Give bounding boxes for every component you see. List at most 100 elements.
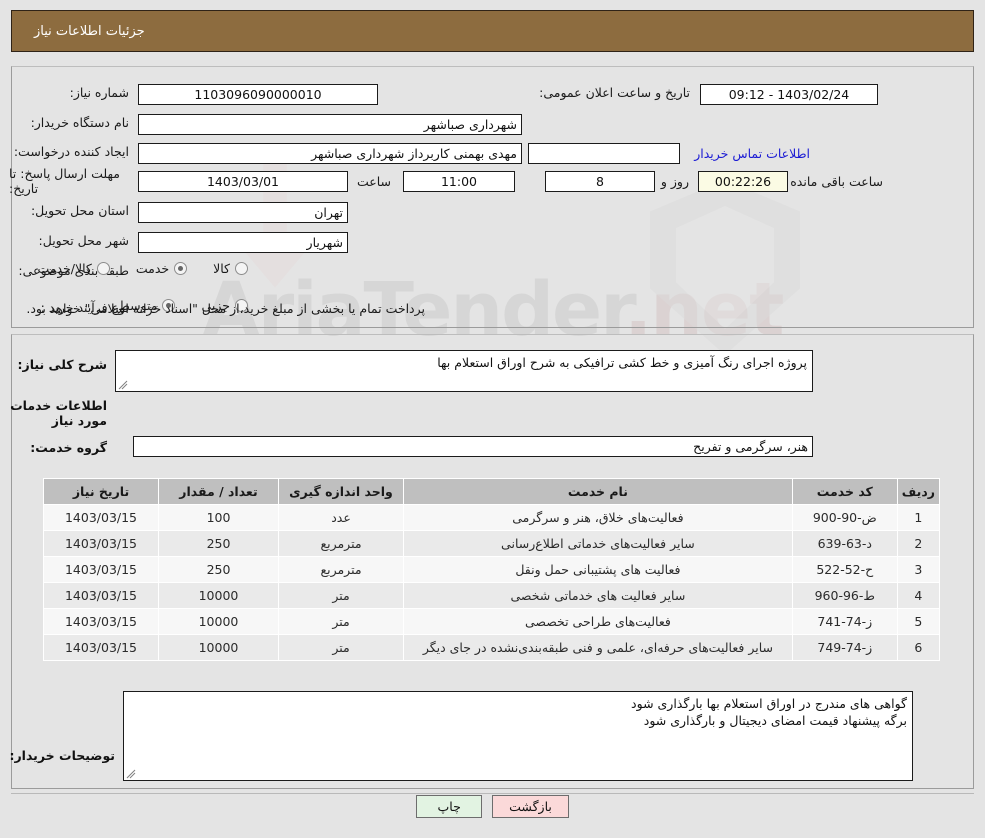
print-button[interactable]: چاپ — [416, 795, 483, 818]
cell-code: ز-74-741 — [791, 608, 898, 635]
cell-unit: مترمربع — [278, 530, 404, 557]
need-info-panel — [11, 66, 974, 328]
cell-code: ح-52-522 — [791, 556, 898, 583]
category-option-label: کالا — [213, 261, 230, 276]
cell-radif: 5 — [896, 608, 941, 635]
cell-qty: 10000 — [158, 582, 279, 609]
page-header: جزئیات اطلاعات نیاز — [11, 10, 974, 52]
province-value[interactable]: تهران — [138, 202, 348, 223]
creator-label: ایجاد کننده درخواست: — [13, 144, 129, 159]
countdown-timer-value: 00:22:26 — [698, 171, 788, 192]
category-option-label: خدمت — [135, 261, 170, 276]
table-row[interactable]: 5 ز-74-741 فعالیت‌های طراحی تخصصی متر 10… — [43, 608, 941, 635]
category-option-kala-khedmat[interactable]: کالا/خدمت — [37, 261, 110, 276]
cell-code: ض-90-900 — [791, 504, 898, 531]
radio-icon[interactable] — [235, 262, 248, 275]
col-name: نام خدمت — [403, 478, 793, 505]
need-number-value[interactable]: 1103096090000010 — [138, 84, 378, 105]
col-radif: ردیف — [896, 478, 941, 505]
cell-name: سایر فعالیت‌های حرفه‌ای، علمی و فنی طبقه… — [403, 634, 793, 661]
col-unit: واحد اندازه گیری — [278, 478, 404, 505]
buyer-org-label: نام دستگاه خریدار: — [30, 115, 129, 130]
cell-unit: متر — [278, 608, 404, 635]
services-table-wrap: ردیف کد خدمت نام خدمت واحد اندازه گیری ت… — [43, 478, 941, 661]
cell-qty: 100 — [158, 504, 279, 531]
resize-grip-icon[interactable] — [126, 769, 136, 779]
buyer-org-value[interactable]: شهرداری صباشهر — [138, 114, 522, 135]
cell-code: ز-74-749 — [791, 634, 898, 661]
services-table-body: 1 ض-90-900 فعالیت‌های خلاق، هنر و سرگرمی… — [43, 504, 941, 661]
table-row[interactable]: 3 ح-52-522 فعالیت های پشتیبانی حمل ونقل … — [43, 556, 941, 583]
cell-code: ط-96-960 — [791, 582, 898, 609]
cell-name: فعالیت های پشتیبانی حمل ونقل — [403, 556, 793, 583]
cell-unit: متر — [278, 582, 404, 609]
cell-qty: 10000 — [158, 608, 279, 635]
table-row[interactable]: 4 ط-96-960 سایر فعالیت های خدماتی شخصی م… — [43, 582, 941, 609]
cell-radif: 6 — [896, 634, 941, 661]
table-row[interactable]: 2 د-63-639 سایر فعالیت‌های خدماتی اطلاع‌… — [43, 530, 941, 557]
deadline-label: مهلت ارسال پاسخ: تا تاریخ: — [9, 166, 120, 196]
creator-value[interactable]: مهدی بهمنی کاربرداز شهرداری صباشهر — [138, 143, 522, 164]
city-value[interactable]: شهریار — [138, 232, 348, 253]
deadline-time-value[interactable]: 11:00 — [403, 171, 515, 192]
cell-radif: 2 — [896, 530, 941, 557]
description-textarea[interactable]: پروژه اجرای رنگ آمیزی و خط کشی ترافیکی ب… — [115, 350, 813, 392]
cell-date: 1403/03/15 — [43, 608, 159, 635]
deadline-date-value[interactable]: 1403/03/01 — [138, 171, 348, 192]
table-row[interactable]: 1 ض-90-900 فعالیت‌های خلاق، هنر و سرگرمی… — [43, 504, 941, 531]
buyer-notes-line-1: گواهی های مندرج در اوراق استعلام بها بار… — [631, 696, 907, 711]
cell-name: فعالیت‌های خلاق، هنر و سرگرمی — [403, 504, 793, 531]
category-option-khedmat[interactable]: خدمت — [135, 261, 188, 276]
buyer-notes-textarea[interactable]: گواهی های مندرج در اوراق استعلام بها بار… — [123, 691, 913, 781]
need-number-label: شماره نیاز: — [69, 85, 129, 100]
cell-name: فعالیت‌های طراحی تخصصی — [403, 608, 793, 635]
category-option-kala[interactable]: کالا — [213, 261, 248, 276]
resize-grip-icon[interactable] — [118, 380, 128, 390]
col-qty: تعداد / مقدار — [158, 478, 279, 505]
back-button[interactable]: بازگشت — [492, 795, 569, 818]
remaining-days-value[interactable]: 8 — [545, 171, 655, 192]
services-section-heading: اطلاعات خدمات مورد نیاز — [10, 398, 107, 428]
cell-code: د-63-639 — [791, 530, 898, 557]
cell-date: 1403/03/15 — [43, 556, 159, 583]
service-group-value[interactable]: هنر، سرگرمی و تفریح — [133, 436, 813, 457]
cell-qty: 250 — [158, 556, 279, 583]
radio-icon[interactable] — [96, 262, 110, 275]
table-row[interactable]: 6 ز-74-749 سایر فعالیت‌های حرفه‌ای، علمی… — [43, 634, 941, 661]
buyer-contact-link[interactable]: اطلاعات تماس خریدار — [694, 146, 810, 161]
cell-unit: مترمربع — [278, 556, 404, 583]
buyer-notes-label: توضیحات خریدار: — [9, 748, 115, 763]
city-label-wrap: شهر محل تحویل: — [39, 233, 129, 248]
footer-divider — [11, 793, 974, 794]
buyer-notes-line-2: برگه پیشنهاد قیمت امضای دیجیتال و بارگذا… — [643, 713, 907, 728]
hour-label: ساعت — [356, 174, 391, 189]
process-note: پرداخت تمام یا بخشی از مبلغ خرید،از محل … — [26, 301, 425, 316]
creator-label-wrap: ایجاد کننده درخواست: — [14, 144, 129, 159]
need-number-label-wrap: شماره نیاز: — [70, 85, 129, 100]
cell-date: 1403/03/15 — [43, 582, 159, 609]
announce-label-wrap: تاریخ و ساعت اعلان عمومی: — [539, 85, 690, 100]
contact-info-field[interactable] — [528, 143, 680, 164]
cell-name: سایر فعالیت های خدماتی شخصی — [403, 582, 793, 609]
footer-button-row: بازگشت چاپ — [0, 795, 985, 818]
deadline-label-wrap: مهلت ارسال پاسخ: تا تاریخ: — [9, 166, 129, 196]
radio-icon[interactable] — [174, 262, 188, 275]
col-date: تاریخ نیاز — [43, 478, 159, 505]
col-code: کد خدمت — [791, 478, 898, 505]
announce-label: تاریخ و ساعت اعلان عمومی: — [539, 85, 690, 100]
cell-unit: عدد — [278, 504, 404, 531]
cell-date: 1403/03/15 — [43, 530, 159, 557]
description-label: شرح کلی نیاز: — [17, 357, 107, 372]
cell-qty: 250 — [158, 530, 279, 557]
province-label-wrap: استان محل تحویل: — [31, 203, 129, 218]
category-radio-group[interactable]: کالا خدمت کالا/خدمت — [11, 261, 248, 276]
cell-date: 1403/03/15 — [43, 504, 159, 531]
table-header-row: ردیف کد خدمت نام خدمت واحد اندازه گیری ت… — [43, 478, 941, 505]
page-title: جزئیات اطلاعات نیاز — [34, 23, 145, 39]
announce-datetime-value[interactable]: 1403/02/24 - 09:12 — [700, 84, 878, 105]
services-table: ردیف کد خدمت نام خدمت واحد اندازه گیری ت… — [43, 478, 941, 661]
cell-qty: 10000 — [158, 634, 279, 661]
cell-date: 1403/03/15 — [43, 634, 159, 661]
days-label: روز و — [660, 174, 689, 189]
description-value: پروژه اجرای رنگ آمیزی و خط کشی ترافیکی ب… — [437, 355, 807, 370]
